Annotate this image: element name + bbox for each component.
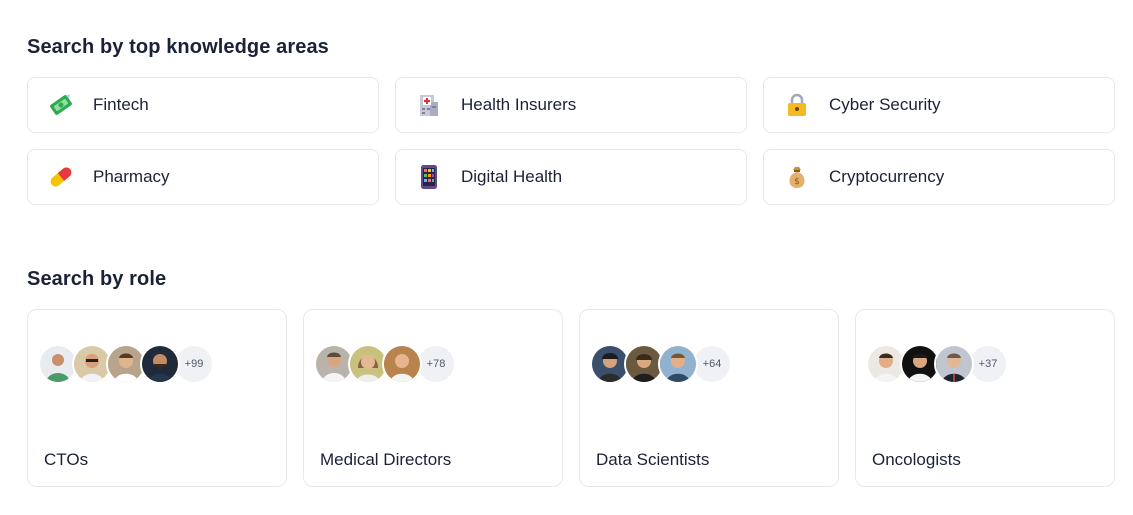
area-card-pharmacy[interactable]: Pharmacy xyxy=(27,149,379,205)
knowledge-areas-heading: Search by top knowledge areas xyxy=(27,36,329,58)
role-label: Medical Directors xyxy=(320,450,452,469)
pill-icon xyxy=(48,164,74,190)
avatar xyxy=(382,344,422,384)
role-card-data-scientists[interactable]: +64 Data Scientists xyxy=(579,309,839,487)
area-label: Cryptocurrency xyxy=(829,167,945,186)
avatar-stack: +37 xyxy=(866,344,1008,384)
more-count-badge: +78 xyxy=(416,344,456,384)
more-count-badge: +37 xyxy=(968,344,1008,384)
avatar xyxy=(658,344,698,384)
avatar xyxy=(934,344,974,384)
avatar xyxy=(140,344,180,384)
hospital-icon xyxy=(416,92,442,118)
area-label: Cyber Security xyxy=(829,95,941,114)
avatar-stack: +64 xyxy=(590,344,732,384)
svg-text:$: $ xyxy=(794,177,800,187)
role-label: Data Scientists xyxy=(596,450,710,469)
area-label: Fintech xyxy=(93,95,149,114)
roles-grid: +99 CTOs +78 Medical Directors +64 Data … xyxy=(27,309,1115,487)
knowledge-areas-grid: Fintech Health Insurers Cyber Security P… xyxy=(27,77,1115,205)
area-card-digital-health[interactable]: Digital Health xyxy=(395,149,747,205)
role-card-medical-directors[interactable]: +78 Medical Directors xyxy=(303,309,563,487)
role-card-oncologists[interactable]: +37 Oncologists xyxy=(855,309,1115,487)
area-label: Digital Health xyxy=(461,167,563,186)
lock-icon xyxy=(784,92,810,118)
role-label: CTOs xyxy=(44,450,89,469)
money-with-wings-icon xyxy=(48,92,74,118)
mobile-phone-icon xyxy=(416,164,442,190)
money-bag-icon: $ xyxy=(784,164,810,190)
area-card-health-insurers[interactable]: Health Insurers xyxy=(395,77,747,133)
more-count-badge: +64 xyxy=(692,344,732,384)
roles-heading: Search by role xyxy=(27,268,167,290)
more-count-badge: +99 xyxy=(174,344,214,384)
area-card-cryptocurrency[interactable]: $ Cryptocurrency xyxy=(763,149,1115,205)
avatar-stack: +99 xyxy=(38,344,214,384)
role-card-ctos[interactable]: +99 CTOs xyxy=(27,309,287,487)
avatar-stack: +78 xyxy=(314,344,456,384)
area-label: Pharmacy xyxy=(93,167,170,186)
role-label: Oncologists xyxy=(872,450,961,469)
area-card-fintech[interactable]: Fintech xyxy=(27,77,379,133)
area-label: Health Insurers xyxy=(461,95,577,114)
area-card-cyber-security[interactable]: Cyber Security xyxy=(763,77,1115,133)
